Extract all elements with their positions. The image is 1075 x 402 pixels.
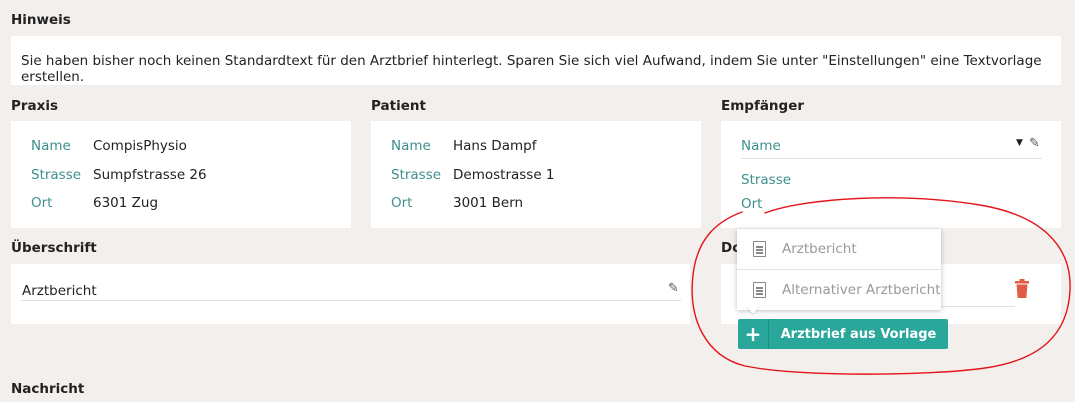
nachricht-heading: Nachricht xyxy=(11,381,85,397)
annotation-circle xyxy=(691,197,1071,375)
